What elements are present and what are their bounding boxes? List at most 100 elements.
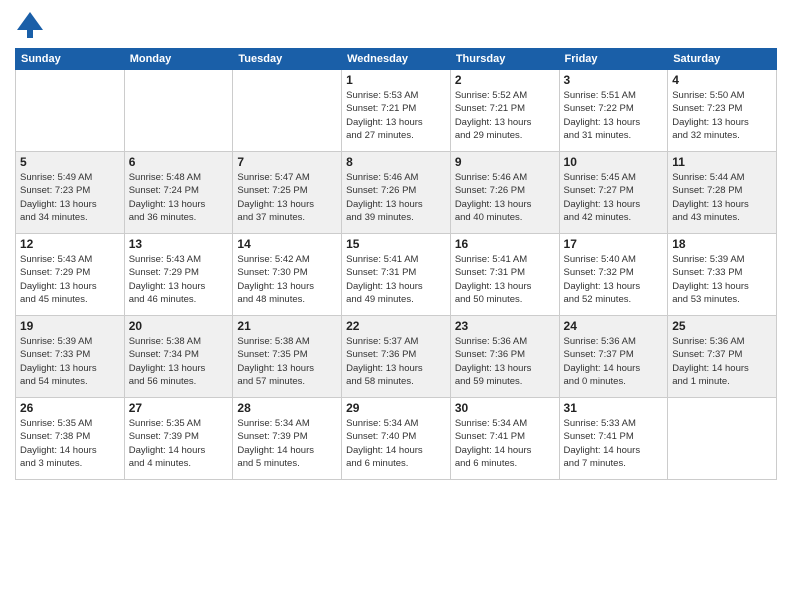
calendar-cell: 29 Sunrise: 5:34 AMSunset: 7:40 PMDayligh…	[342, 398, 451, 480]
day-info-line: Sunrise: 5:34 AM	[455, 418, 527, 429]
day-number: 31	[564, 401, 664, 415]
day-info: Sunrise: 5:43 AMSunset: 7:29 PMDaylight:…	[20, 253, 120, 306]
day-info-line: and 31 minutes.	[564, 130, 632, 141]
day-info-line: Daylight: 13 hours	[564, 199, 641, 210]
calendar-cell: 3Sunrise: 5:51 AMSunset: 7:22 PMDaylight…	[559, 70, 668, 152]
day-number: 29	[346, 401, 446, 415]
calendar-cell: 1Sunrise: 5:53 AMSunset: 7:21 PMDaylight…	[342, 70, 451, 152]
day-info-line: and 37 minutes.	[237, 212, 305, 223]
day-number: 4	[672, 73, 772, 87]
day-number: 17	[564, 237, 664, 251]
day-info-line: and 58 minutes.	[346, 376, 414, 387]
day-info-line: Daylight: 13 hours	[455, 281, 532, 292]
day-info: Sunrise: 5:40 AM Sunset: 7:32 PM Daylight:…	[564, 253, 664, 306]
calendar-cell: 17 Sunrise: 5:40 AM Sunset: 7:32 PM Dayligh…	[559, 234, 668, 316]
day-info: Sunrise: 5:34 AMSunset: 7:40 PMDaylight:…	[346, 417, 446, 470]
day-info-line: Sunrise: 5:33 AM	[564, 418, 636, 429]
day-info-line: Daylight: 13 hours	[564, 281, 641, 292]
calendar: SundayMondayTuesdayWednesdayThursdayFrid…	[15, 48, 777, 480]
day-number: 5	[20, 155, 120, 169]
day-info-line: Daylight: 13 hours	[129, 281, 206, 292]
day-info-line: Sunrise: 5:34 AM	[237, 418, 309, 429]
day-info: Sunrise: 5:49 AMSunset: 7:23 PMDaylight:…	[20, 171, 120, 224]
day-number: 28	[237, 401, 337, 415]
calendar-cell: 23Sunrise: 5:36 AMSunset: 7:36 PMDayligh…	[450, 316, 559, 398]
day-number: 9	[455, 155, 555, 169]
day-info-line: Sunset: 7:36 PM	[455, 349, 525, 360]
day-info: Sunrise: 5:51 AMSunset: 7:22 PMDaylight:…	[564, 89, 664, 142]
day-number: 6	[129, 155, 229, 169]
day-info-line: and 40 minutes.	[455, 212, 523, 223]
day-info-line: Sunrise: 5:35 AM	[129, 418, 201, 429]
day-number: 10	[564, 155, 664, 169]
day-info-line: Sunrise: 5:42 AM	[237, 254, 309, 265]
day-info-line: Daylight: 13 hours	[564, 117, 641, 128]
day-info-line: and 48 minutes.	[237, 294, 305, 305]
day-info-line: Daylight: 13 hours	[20, 363, 97, 374]
day-info: Sunrise: 5:44 AMSunset: 7:28 PMDaylight:…	[672, 171, 772, 224]
day-info: Sunrise: 5:46 AMSunset: 7:26 PMDaylight:…	[455, 171, 555, 224]
calendar-week-row: 19Sunrise: 5:39 AMSunset: 7:33 PMDayligh…	[16, 316, 777, 398]
day-info-line: Sunrise: 5:40 AM	[564, 254, 636, 265]
day-info-line: Sunrise: 5:39 AM	[672, 254, 744, 265]
day-info: Sunrise: 5:38 AMSunset: 7:34 PMDaylight:…	[129, 335, 229, 388]
day-info-line: Sunset: 7:41 PM	[455, 431, 525, 442]
calendar-cell: 30Sunrise: 5:34 AMSunset: 7:41 PMDayligh…	[450, 398, 559, 480]
day-info: Sunrise: 5:45 AMSunset: 7:27 PMDaylight:…	[564, 171, 664, 224]
day-info-line: Sunset: 7:29 PM	[129, 267, 199, 278]
day-number: 7	[237, 155, 337, 169]
day-info: Sunrise: 5:52 AMSunset: 7:21 PMDaylight:…	[455, 89, 555, 142]
calendar-cell: 7Sunrise: 5:47 AMSunset: 7:25 PMDaylight…	[233, 152, 342, 234]
day-info-line: Sunset: 7:26 PM	[455, 185, 525, 196]
day-info-line: and 50 minutes.	[455, 294, 523, 305]
day-info-line: Sunset: 7:39 PM	[129, 431, 199, 442]
calendar-cell: 22Sunrise: 5:37 AMSunset: 7:36 PMDayligh…	[342, 316, 451, 398]
calendar-cell: 16Sunrise: 5:41 AMSunset: 7:31 PMDayligh…	[450, 234, 559, 316]
calendar-cell	[668, 398, 777, 480]
day-info-line: Sunrise: 5:36 AM	[564, 336, 636, 347]
day-info-line: Sunset: 7:24 PM	[129, 185, 199, 196]
day-info-line: and 32 minutes.	[672, 130, 740, 141]
day-info-line: Daylight: 13 hours	[672, 117, 749, 128]
day-info-line: Daylight: 13 hours	[672, 199, 749, 210]
day-info-line: Daylight: 13 hours	[129, 199, 206, 210]
day-info-line: Daylight: 13 hours	[20, 281, 97, 292]
day-info-line: Sunrise: 5:35 AM	[20, 418, 92, 429]
page: SundayMondayTuesdayWednesdayThursdayFrid…	[0, 0, 792, 612]
day-info: Sunrise: 5:35 AMSunset: 7:39 PMDaylight:…	[129, 417, 229, 470]
calendar-cell: 20Sunrise: 5:38 AMSunset: 7:34 PMDayligh…	[124, 316, 233, 398]
day-info-line: Daylight: 13 hours	[237, 281, 314, 292]
day-info-line: Daylight: 13 hours	[237, 199, 314, 210]
day-info-line: and 59 minutes.	[455, 376, 523, 387]
day-info-line: Sunset: 7:32 PM	[564, 267, 634, 278]
calendar-week-row: 12Sunrise: 5:43 AMSunset: 7:29 PMDayligh…	[16, 234, 777, 316]
calendar-cell: 31Sunrise: 5:33 AMSunset: 7:41 PMDayligh…	[559, 398, 668, 480]
day-info-line: Sunset: 7:33 PM	[20, 349, 90, 360]
day-info-line: Sunset: 7:21 PM	[346, 103, 416, 114]
day-info-line: Sunrise: 5:43 AM	[20, 254, 92, 265]
header	[15, 10, 777, 40]
day-info: Sunrise: 5:36 AMSunset: 7:36 PMDaylight:…	[455, 335, 555, 388]
calendar-day-header: Saturday	[668, 49, 777, 70]
calendar-week-row: 1Sunrise: 5:53 AMSunset: 7:21 PMDaylight…	[16, 70, 777, 152]
calendar-cell: 12Sunrise: 5:43 AMSunset: 7:29 PMDayligh…	[16, 234, 125, 316]
day-info-line: and 4 minutes.	[129, 458, 191, 469]
day-info-line: and 49 minutes.	[346, 294, 414, 305]
day-info-line: Sunset: 7:37 PM	[564, 349, 634, 360]
day-info-line: Sunrise: 5:50 AM	[672, 90, 744, 101]
day-number: 26	[20, 401, 120, 415]
day-info: Sunrise: 5:41 AMSunset: 7:31 PMDaylight:…	[455, 253, 555, 306]
day-info-line: Daylight: 14 hours	[346, 445, 423, 456]
day-info-line: and 34 minutes.	[20, 212, 88, 223]
day-info-line: Sunset: 7:39 PM	[237, 431, 307, 442]
calendar-cell: 21Sunrise: 5:38 AMSunset: 7:35 PMDayligh…	[233, 316, 342, 398]
calendar-cell: 5 Sunrise: 5:49 AMSunset: 7:23 PMDaylight…	[16, 152, 125, 234]
day-info-line: Daylight: 13 hours	[346, 117, 423, 128]
day-info-line: and 54 minutes.	[20, 376, 88, 387]
calendar-day-header: Monday	[124, 49, 233, 70]
day-info-line: Sunrise: 5:47 AM	[237, 172, 309, 183]
day-info-line: Daylight: 13 hours	[129, 363, 206, 374]
day-info-line: and 46 minutes.	[129, 294, 197, 305]
day-number: 30	[455, 401, 555, 415]
day-info-line: Daylight: 14 hours	[564, 445, 641, 456]
